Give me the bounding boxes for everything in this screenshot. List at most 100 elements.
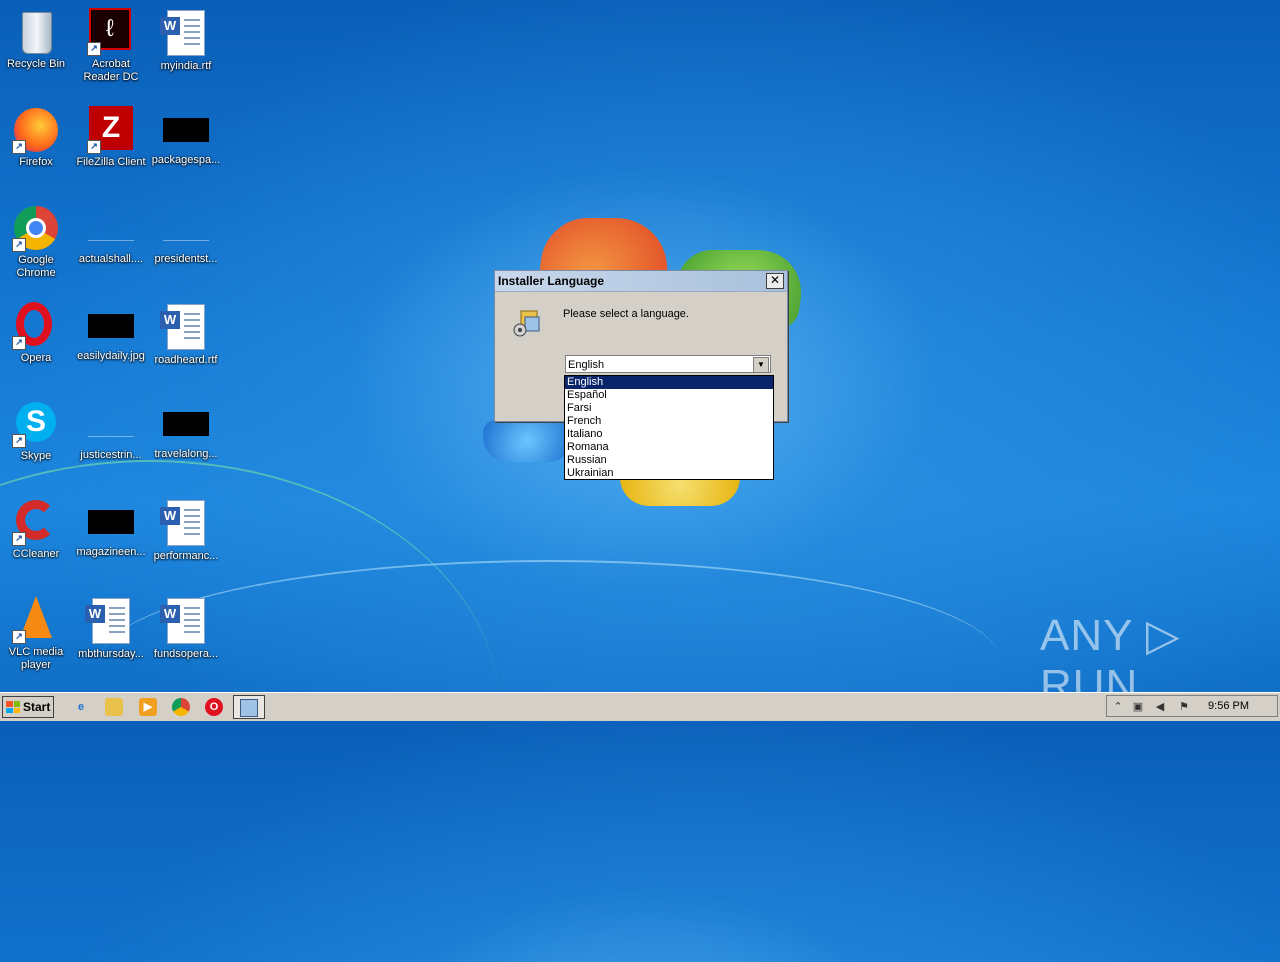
windows-logo-icon [6,701,20,713]
file-thumbnail-icon [163,118,209,142]
action-center-flag-icon[interactable]: ⚑ [1177,700,1191,714]
taskbar: Start e ▶ O ⌃ ▣ ◀ ⚑ 9:56 PM [0,692,1280,721]
language-select[interactable]: English ▼ [565,355,771,373]
language-option-italiano[interactable]: Italiano [565,428,773,441]
chrome-icon[interactable] [172,698,190,716]
language-dropdown-list: English Español Farsi French Italiano Ro… [564,375,774,480]
opera-icon[interactable]: O [205,698,223,716]
desktop-icon-performanc[interactable]: W performanc... [149,498,223,563]
network-icon[interactable]: ▣ [1131,700,1145,714]
dialog-titlebar[interactable]: Installer Language ✕ [495,271,787,292]
internet-explorer-icon[interactable]: e [72,698,90,716]
icon-label: packagespa... [151,154,221,166]
folder-icon[interactable] [105,698,123,716]
icon-label: travelalong... [154,448,218,460]
icon-label: VLC media player [8,646,64,671]
language-select-value: English [568,359,605,371]
language-option-russian[interactable]: Russian [565,454,773,467]
icon-label: FileZilla Client [76,156,146,168]
chevron-up-icon[interactable]: ⌃ [1111,700,1125,714]
icon-label: CCleaner [12,548,60,560]
dialog-title: Installer Language [498,274,605,288]
ccleaner-icon: ↗ [12,498,60,546]
desktop-icon-vlc[interactable]: ↗ VLC media player [0,596,73,672]
language-option-french[interactable]: French [565,415,773,428]
icon-label: Acrobat Reader DC [83,58,139,83]
image-thumbnail-icon [88,314,134,338]
icon-label: roadheard.rtf [154,354,218,366]
icon-label: Google Chrome [16,254,56,279]
desktop-icon-firefox[interactable]: ↗ Firefox [0,106,73,169]
language-option-english[interactable]: English [565,376,773,389]
icon-label: actualshall.... [78,253,144,265]
volume-icon[interactable]: ◀ [1153,700,1167,714]
icon-label: Skype [20,450,52,462]
icon-label: Recycle Bin [6,58,66,70]
language-option-romana[interactable]: Romana [565,441,773,454]
installer-icon [511,307,543,339]
desktop-icon-recycle-bin[interactable]: Recycle Bin [0,8,73,71]
file-icon [88,412,134,437]
desktop-icon-packagespa[interactable]: packagespa... [149,106,223,167]
desktop-icon-presidentst[interactable]: presidentst... [149,204,223,266]
desktop-icon-skype[interactable]: S ↗ Skype [0,400,73,463]
desktop-icon-filezilla[interactable]: Z ↗ FileZilla Client [74,106,148,169]
media-player-icon[interactable]: ▶ [139,698,157,716]
shortcut-arrow-icon: ↗ [12,336,26,350]
desktop-icon-justicestrin[interactable]: justicestrin... [74,400,148,462]
acrobat-icon: ℓ ↗ [87,8,135,56]
shortcut-arrow-icon: ↗ [12,532,26,546]
shortcut-arrow-icon: ↗ [12,434,26,448]
firefox-icon: ↗ [12,106,60,154]
desktop-icon-fundsopera[interactable]: W fundsopera... [149,596,223,661]
desktop-icon-travelalong[interactable]: travelalong... [149,400,223,461]
file-thumbnail-icon [88,510,134,534]
start-button[interactable]: Start [2,696,54,718]
desktop-icon-mbthursday[interactable]: W mbthursday... [74,596,148,661]
shortcut-arrow-icon: ↗ [12,238,26,252]
icon-label: Opera [20,352,52,364]
desktop-icon-acrobat[interactable]: ℓ ↗ Acrobat Reader DC [74,8,148,84]
taskbar-installer-button[interactable] [233,695,265,719]
language-option-espanol[interactable]: Español [565,389,773,402]
language-option-farsi[interactable]: Farsi [565,402,773,415]
icon-label: easilydaily.jpg [77,350,145,362]
word-document-icon: W [160,304,210,352]
icon-label: justicestrin... [80,449,142,461]
filezilla-icon: Z ↗ [87,106,135,154]
language-option-ukrainian[interactable]: Ukrainian [565,467,773,480]
desktop-icon-easilydaily[interactable]: easilydaily.jpg [74,302,148,363]
icon-label: presidentst... [154,253,218,265]
icon-label: myindia.rtf [160,60,212,72]
shortcut-arrow-icon: ↗ [12,140,26,154]
desktop-icon-myindia[interactable]: W myindia.rtf [149,8,223,73]
icon-label: magazineen... [76,546,146,558]
word-document-icon: W [85,598,135,646]
dialog-message: Please select a language. [563,308,689,320]
shortcut-arrow-icon: ↗ [12,630,26,644]
desktop-icon-google-chrome[interactable]: ↗ Google Chrome [0,204,73,280]
desktop-icon-ccleaner[interactable]: ↗ CCleaner [0,498,73,561]
vlc-icon: ↗ [12,596,60,644]
recycle-bin-icon [12,8,60,56]
word-document-icon: W [160,10,210,58]
desktop-icon-magazineen[interactable]: magazineen... [74,498,148,559]
icon-label: mbthursday... [78,648,144,660]
word-document-icon: W [160,500,210,548]
desktop-icon-roadheard[interactable]: W roadheard.rtf [149,302,223,367]
installer-icon [240,699,258,717]
icon-label: Firefox [19,156,53,168]
shortcut-arrow-icon: ↗ [87,140,101,154]
opera-icon: ↗ [12,302,60,350]
file-icon [163,216,209,241]
desktop-icon-opera[interactable]: ↗ Opera [0,302,73,365]
clock[interactable]: 9:56 PM [1208,700,1249,712]
shortcut-arrow-icon: ↗ [87,42,101,56]
word-document-icon: W [160,598,210,646]
system-tray: ⌃ ▣ ◀ ⚑ 9:56 PM [1106,695,1278,717]
icon-label: performanc... [153,550,219,562]
desktop-icon-actualshall[interactable]: actualshall.... [74,204,148,266]
file-thumbnail-icon [163,412,209,436]
close-button[interactable]: ✕ [766,273,784,289]
chevron-down-icon[interactable]: ▼ [753,357,769,373]
